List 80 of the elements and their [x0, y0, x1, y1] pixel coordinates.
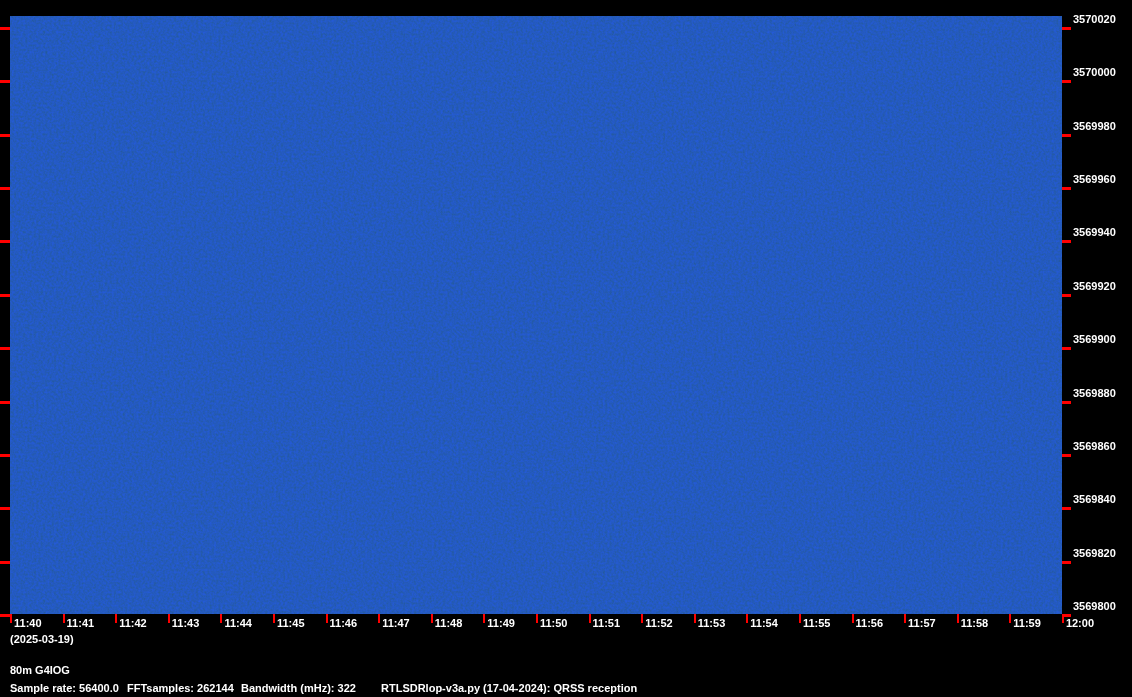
info-text: RTLSDRlop-v3a.py (17-04-2024): QRSS reception	[381, 682, 638, 694]
axis-tick	[693, 614, 696, 623]
time-label: 11:44	[224, 617, 252, 629]
axis-tick	[0, 507, 10, 511]
axis-tick	[798, 614, 801, 623]
frequency-label: 3569980	[1073, 119, 1116, 132]
time-label: 11:57	[908, 617, 936, 629]
frequency-label: 3569940	[1073, 226, 1116, 239]
time-label: 11:42	[119, 617, 147, 629]
info-text: Bandwidth (mHz): 322	[241, 682, 357, 694]
axis-tick	[956, 614, 959, 623]
frequency-label: 3569960	[1073, 173, 1116, 186]
axis-tick	[430, 614, 433, 623]
axis-tick	[0, 187, 10, 191]
axis-tick	[0, 240, 10, 244]
axis-tick	[62, 614, 65, 623]
frequency-label: 3569840	[1073, 493, 1116, 506]
time-label: 11:49	[487, 617, 515, 629]
frequency-label: 3569880	[1073, 386, 1116, 399]
axis-tick	[641, 614, 644, 623]
info-text: FFTsamples: 262144	[127, 682, 235, 694]
axis-tick	[0, 133, 10, 137]
axis-tick	[378, 614, 381, 623]
time-label: 12:00	[1065, 617, 1094, 629]
axis-tick	[1062, 293, 1071, 297]
axis-tick	[0, 347, 10, 351]
axis-tick	[535, 614, 538, 623]
time-label: 11:46	[329, 617, 358, 629]
axis-tick	[0, 293, 10, 297]
time-label: 11:58	[960, 617, 989, 629]
frequency-label: 3569800	[1073, 599, 1116, 612]
axis-tick	[167, 614, 170, 623]
date-label: (2025-03-19)	[10, 633, 74, 645]
axis-tick	[1062, 347, 1071, 351]
frequency-label: 3570020	[1073, 13, 1116, 25]
axis-tick	[1062, 133, 1071, 137]
frequency-label: 3569900	[1073, 333, 1116, 346]
frequency-label: 3569920	[1073, 279, 1116, 292]
axis-tick	[220, 614, 223, 623]
axis-tick	[1062, 187, 1071, 191]
axis-tick	[1062, 240, 1071, 244]
time-label: 11:40	[14, 617, 42, 629]
axis-tick	[1062, 400, 1071, 404]
axis-tick	[588, 614, 591, 623]
time-label: 11:43	[171, 617, 200, 629]
axis-tick	[0, 560, 10, 564]
axis-tick	[1062, 507, 1071, 511]
axis-tick	[1062, 80, 1071, 84]
axis-tick	[0, 27, 10, 30]
axis-tick	[1009, 614, 1012, 623]
time-label: 11:54	[750, 617, 778, 629]
time-label: 11:56	[855, 617, 884, 629]
axis-tick	[1062, 27, 1071, 30]
time-label: 11:53	[697, 617, 726, 629]
axis-tick	[1062, 560, 1071, 564]
time-label: 11:45	[276, 617, 305, 629]
time-label: 11:59	[1013, 617, 1041, 629]
time-label: 11:48	[434, 617, 463, 629]
axis-tick	[0, 400, 10, 404]
info-text: Sample rate: 56400.0	[10, 682, 120, 694]
station-label: 80m G4IOG	[10, 664, 70, 676]
time-label: 11:55	[802, 617, 831, 629]
frequency-label: 3569860	[1073, 439, 1116, 452]
time-label: 11:41	[66, 617, 95, 629]
axis-tick	[904, 614, 907, 623]
axis-tick	[746, 614, 749, 623]
axis-tick	[1062, 453, 1071, 457]
time-label: 11:50	[539, 617, 568, 629]
frequency-label: 3570000	[1073, 66, 1116, 79]
axis-tick	[0, 453, 10, 457]
axis-tick	[851, 614, 854, 623]
axis-tick	[272, 614, 275, 623]
time-label: 11:47	[382, 617, 410, 629]
time-label: 11:51	[592, 617, 621, 629]
frequency-label: 3569820	[1073, 546, 1116, 559]
axis-tick	[325, 614, 328, 623]
time-label: 11:52	[645, 617, 673, 629]
axis-tick	[115, 614, 118, 623]
axis-tick	[483, 614, 486, 623]
axis-tick	[0, 80, 10, 84]
